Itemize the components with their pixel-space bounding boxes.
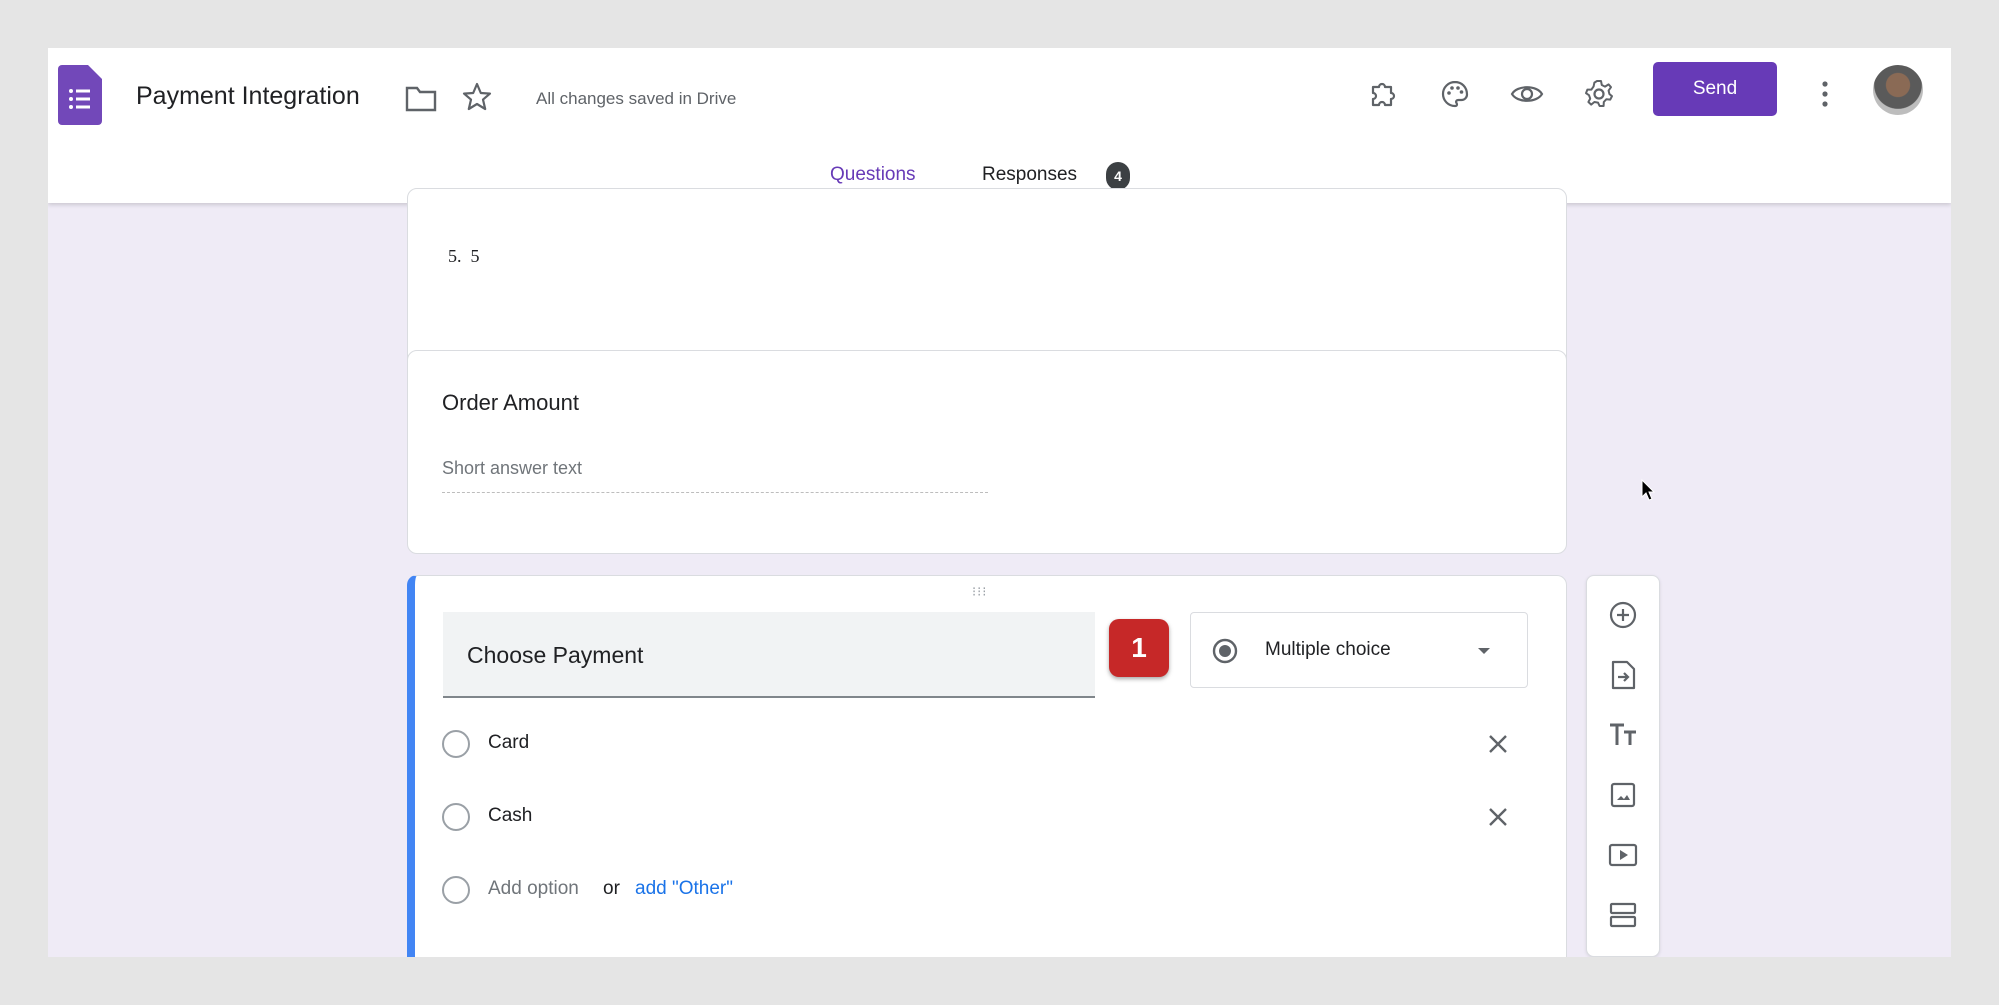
addons-icon[interactable] (1361, 72, 1405, 116)
add-other-link[interactable]: add "Other" (635, 878, 733, 900)
star-icon[interactable] (461, 81, 493, 113)
question-type-label: Multiple choice (1265, 639, 1391, 660)
avatar[interactable] (1873, 65, 1923, 115)
close-icon[interactable] (1484, 730, 1512, 758)
caret-down-icon[interactable] (1476, 646, 1492, 656)
folder-icon[interactable] (405, 84, 437, 112)
eye-icon[interactable] (1505, 72, 1549, 116)
tab-questions[interactable]: Questions (830, 164, 916, 186)
top-header: Payment Integration All changes saved in… (48, 48, 1951, 204)
short-answer-placeholder: Short answer text (442, 458, 583, 478)
add-option-link[interactable]: Add option (488, 878, 579, 900)
option-radio-icon (442, 876, 470, 904)
document-title[interactable]: Payment Integration (136, 82, 360, 111)
question-title-input[interactable]: Choose Payment (467, 642, 643, 669)
or-text: or (603, 878, 620, 899)
question-value: 5 (470, 246, 480, 266)
save-status: All changes saved in Drive (536, 89, 737, 108)
step-number-badge: 1 (1109, 619, 1169, 677)
send-button[interactable]: Send (1653, 62, 1777, 116)
add-video-icon[interactable] (1605, 837, 1641, 873)
palette-icon[interactable] (1433, 72, 1477, 116)
option-radio-icon (442, 803, 470, 831)
gear-icon[interactable] (1577, 72, 1621, 116)
question-title: Order Amount (442, 390, 579, 415)
short-answer-underline (442, 492, 988, 493)
add-question-icon[interactable] (1605, 597, 1641, 633)
option-card[interactable]: Card (488, 732, 529, 754)
mouse-cursor-icon (1641, 478, 1656, 501)
option-cash[interactable]: Cash (488, 805, 532, 827)
radio-button-icon (1212, 638, 1238, 664)
add-section-icon[interactable] (1605, 897, 1641, 933)
responses-count-badge: 4 (1106, 162, 1130, 190)
import-questions-icon[interactable] (1605, 657, 1641, 693)
drag-handle-icon[interactable]: ⁝⁝⁝ (972, 584, 987, 600)
forms-logo-icon[interactable] (58, 65, 102, 125)
option-radio-icon (442, 730, 470, 758)
add-image-icon[interactable] (1605, 777, 1641, 813)
question-5-text: 5. 5 (448, 246, 480, 267)
more-vert-icon[interactable] (1803, 72, 1847, 116)
question-card-order-amount[interactable] (407, 350, 1567, 554)
app-window: Payment Integration All changes saved in… (48, 48, 1951, 957)
close-icon[interactable] (1484, 803, 1512, 831)
question-number: 5. (448, 246, 462, 266)
tab-responses[interactable]: Responses (982, 164, 1077, 186)
add-title-icon[interactable] (1605, 717, 1641, 753)
